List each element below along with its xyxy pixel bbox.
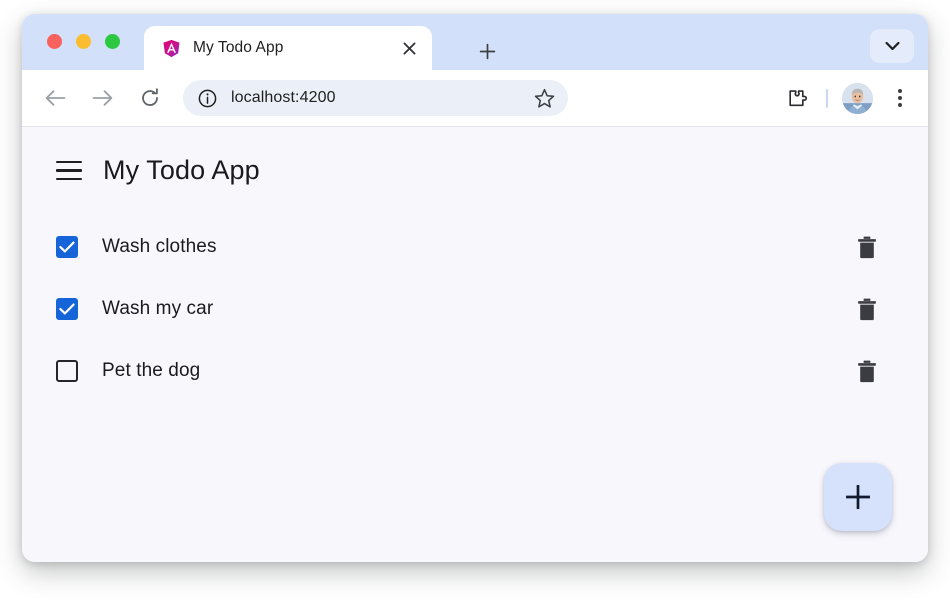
arrow-right-icon — [92, 90, 112, 106]
browser-window: My Todo App localhost:4200 My Todo App W… — [22, 14, 928, 562]
page-content: My Todo App Wash clothes Wash my car Pet… — [22, 127, 928, 562]
todo-label: Wash my car — [102, 298, 214, 319]
minimize-window-button[interactable] — [76, 34, 91, 49]
reload-icon — [142, 88, 158, 106]
puzzle-piece-icon — [788, 89, 807, 106]
site-info-icon[interactable] — [197, 88, 217, 108]
hamburger-line — [56, 169, 82, 172]
delete-todo-button-pet-the-dog[interactable] — [854, 358, 880, 384]
reload-button[interactable] — [133, 81, 167, 115]
todo-list: Wash clothes Wash my car Pet the dog — [22, 216, 928, 402]
todo-item: Wash clothes — [56, 216, 900, 278]
todo-checkbox-wash-clothes[interactable] — [56, 236, 78, 258]
bookmark-button[interactable] — [528, 81, 562, 115]
address-bar-url: localhost:4200 — [231, 89, 336, 106]
todo-item: Pet the dog — [56, 340, 900, 402]
menu-dot — [898, 96, 902, 100]
extensions-button[interactable] — [780, 82, 812, 114]
close-tab-icon[interactable] — [398, 37, 420, 59]
todo-label: Wash clothes — [102, 236, 217, 257]
three-dot-menu-icon — [898, 89, 902, 93]
new-tab-button[interactable] — [474, 38, 500, 64]
forward-button[interactable] — [85, 81, 119, 115]
trash-icon — [858, 360, 876, 382]
tab-title: My Todo App — [193, 39, 284, 56]
plus-icon — [479, 43, 495, 59]
profile-avatar[interactable] — [842, 82, 873, 114]
menu-dot — [898, 103, 902, 107]
tab-search-button[interactable] — [870, 29, 914, 63]
star-icon — [535, 88, 555, 108]
arrow-left-icon — [45, 90, 65, 106]
angular-logo-icon — [163, 39, 180, 57]
tab-strip: My Todo App — [22, 14, 928, 70]
window-controls — [47, 34, 120, 49]
toolbar-divider — [826, 88, 828, 108]
trash-icon — [858, 298, 876, 320]
chevron-down-icon — [885, 41, 899, 51]
plus-icon — [846, 485, 870, 509]
close-window-button[interactable] — [47, 34, 62, 49]
checkmark-icon — [59, 303, 75, 315]
hamburger-menu-icon[interactable] — [56, 160, 82, 181]
hamburger-line — [56, 160, 82, 163]
maximize-window-button[interactable] — [105, 34, 120, 49]
hamburger-line — [56, 178, 82, 181]
app-header: My Todo App — [22, 127, 928, 184]
trash-icon — [858, 236, 876, 258]
delete-todo-button-wash-clothes[interactable] — [854, 234, 880, 260]
browser-menu-button[interactable] — [885, 83, 915, 113]
todo-checkbox-wash-my-car[interactable] — [56, 298, 78, 320]
checkmark-icon — [59, 241, 75, 253]
info-circle-icon — [198, 89, 216, 107]
address-bar[interactable]: localhost:4200 — [183, 80, 568, 116]
delete-todo-button-wash-my-car[interactable] — [854, 296, 880, 322]
todo-checkbox-pet-the-dog[interactable] — [56, 360, 78, 382]
browser-toolbar: localhost:4200 — [22, 70, 928, 127]
page-title: My Todo App — [103, 155, 260, 185]
close-icon — [403, 42, 415, 54]
browser-tab-my-todo-app[interactable]: My Todo App — [144, 26, 432, 70]
todo-label: Pet the dog — [102, 360, 201, 381]
todo-item: Wash my car — [56, 278, 900, 340]
back-button[interactable] — [38, 81, 72, 115]
add-todo-button[interactable] — [824, 463, 892, 531]
